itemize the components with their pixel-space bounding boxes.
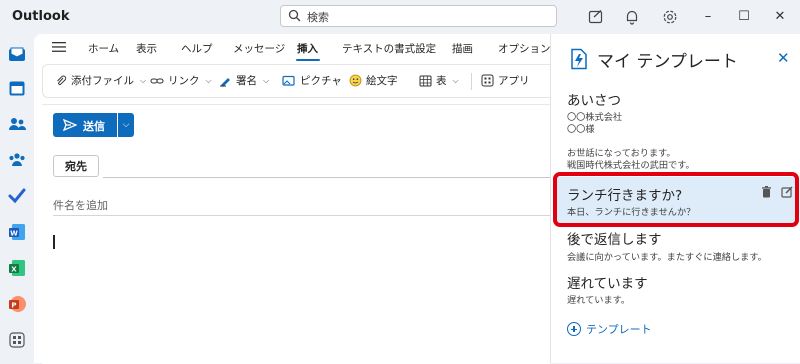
- app-title: Outlook: [12, 9, 70, 24]
- apps-icon: [481, 74, 494, 87]
- signature-button[interactable]: 署名 ⌵: [219, 73, 269, 88]
- compose-area: 送信 ⌵ 宛先 件名を追加: [42, 104, 550, 364]
- powerpoint-icon[interactable]: P: [7, 294, 27, 314]
- signature-label: 署名: [236, 75, 257, 87]
- templates-pane: マイ テンプレート ✕ あいさつ 〇〇株式会社 〇〇様 お世話になっております。…: [550, 34, 800, 363]
- groups-icon[interactable]: [7, 150, 27, 170]
- minimize-button[interactable]: –: [697, 6, 719, 28]
- tab-message[interactable]: メッセージ: [233, 41, 285, 56]
- send-label: 送信: [83, 120, 105, 133]
- hamburger-menu-icon[interactable]: [52, 41, 66, 53]
- chevron-down-icon: ⌵: [205, 75, 212, 85]
- attach-file-label: 添付ファイル: [71, 75, 134, 87]
- bell-icon[interactable]: [623, 8, 641, 26]
- apps-button[interactable]: アプリ: [481, 73, 530, 88]
- template-title: あいさつ: [567, 93, 621, 109]
- picture-icon: [282, 75, 295, 86]
- template-body: 〇〇株式会社 〇〇様 お世話になっております。 戦国時代株式会社の武田です。: [567, 112, 695, 171]
- table-button[interactable]: 表 ⌵: [419, 73, 459, 88]
- template-body: 遅れています。: [567, 295, 631, 306]
- subject-divider: [53, 215, 550, 216]
- template-title: 遅れています: [567, 276, 648, 292]
- active-tab-indicator: [296, 59, 320, 61]
- add-icon: [567, 322, 581, 336]
- chevron-down-icon: ⌵: [452, 75, 459, 85]
- maximize-button[interactable]: ☐: [733, 6, 755, 28]
- app-rail: W X P: [0, 34, 34, 363]
- chevron-down-icon: ⌵: [263, 75, 270, 85]
- close-icon[interactable]: ✕: [777, 49, 790, 67]
- svg-text:P: P: [11, 302, 16, 310]
- send-options-button[interactable]: ⌵: [118, 113, 134, 137]
- send-icon: [63, 118, 77, 132]
- search-input[interactable]: 検索: [280, 5, 557, 27]
- picture-button[interactable]: ピクチャ: [282, 73, 342, 88]
- tab-text-format[interactable]: テキストの書式設定: [342, 41, 436, 56]
- attach-file-button[interactable]: 添付ファイル ⌵: [55, 73, 146, 88]
- title-bar: Outlook 検索 – ☐ ✕: [0, 0, 800, 34]
- to-button[interactable]: 宛先: [53, 155, 99, 177]
- word-icon[interactable]: W: [7, 222, 27, 242]
- add-template-label: テンプレート: [586, 323, 652, 336]
- link-icon: [150, 78, 164, 83]
- templates-title: マイ テンプレート: [597, 52, 738, 72]
- svg-text:W: W: [10, 230, 18, 238]
- gear-icon[interactable]: [661, 8, 679, 26]
- picture-label: ピクチャ: [300, 75, 342, 87]
- link-button[interactable]: リンク ⌵: [150, 73, 212, 88]
- signature-icon: [220, 78, 230, 87]
- to-field[interactable]: [103, 177, 550, 178]
- table-label: 表: [436, 75, 447, 87]
- emoji-label: 絵文字: [366, 75, 398, 87]
- tab-insert[interactable]: 挿入: [297, 41, 318, 56]
- ribbon-tabs: ホーム 表示 ヘルプ メッセージ 挿入 テキストの書式設定 描画 オプション: [34, 34, 551, 62]
- tab-home[interactable]: ホーム: [88, 41, 119, 56]
- excel-icon[interactable]: X: [7, 258, 27, 278]
- toolbar-separator: [471, 73, 472, 90]
- apps-label: アプリ: [498, 75, 530, 87]
- table-icon: [419, 75, 432, 86]
- emoji-icon: [349, 74, 362, 87]
- ribbon-toolbar: 添付ファイル ⌵ リンク ⌵ 署名 ⌵ ピクチャ 絵文字 表 ⌵ アプリ: [42, 64, 550, 98]
- tab-draw[interactable]: 描画: [452, 41, 473, 56]
- chevron-down-icon: ⌵: [122, 120, 130, 130]
- highlight-frame: [553, 172, 799, 227]
- subject-input[interactable]: 件名を追加: [53, 197, 108, 213]
- compose-note-icon[interactable]: [587, 8, 605, 26]
- search-icon: [288, 9, 301, 22]
- text-cursor[interactable]: [53, 235, 55, 249]
- template-title: 後で返信します: [567, 232, 662, 248]
- send-button[interactable]: 送信: [53, 113, 117, 137]
- add-template-button[interactable]: テンプレート: [567, 321, 652, 337]
- people-icon[interactable]: [7, 114, 27, 134]
- templates-icon: [571, 48, 587, 70]
- calendar-icon[interactable]: [7, 78, 27, 98]
- template-body: 会議に向かっています。またすぐに連絡します。: [567, 252, 767, 263]
- svg-text:X: X: [11, 266, 17, 274]
- tab-options[interactable]: オプション: [498, 41, 551, 56]
- paperclip-icon: [57, 75, 67, 85]
- more-apps-icon[interactable]: [7, 330, 27, 350]
- todo-icon[interactable]: [7, 186, 27, 206]
- mail-icon[interactable]: [7, 44, 27, 64]
- search-placeholder: 検索: [307, 11, 329, 24]
- close-button[interactable]: ✕: [769, 6, 791, 28]
- chevron-down-icon: ⌵: [140, 75, 147, 85]
- emoji-button[interactable]: 絵文字: [349, 73, 398, 88]
- main-content: ホーム 表示 ヘルプ メッセージ 挿入 テキストの書式設定 描画 オプション 添…: [34, 34, 551, 364]
- link-label: リンク: [168, 75, 200, 87]
- tab-help[interactable]: ヘルプ: [181, 41, 213, 56]
- tab-view[interactable]: 表示: [136, 41, 157, 56]
